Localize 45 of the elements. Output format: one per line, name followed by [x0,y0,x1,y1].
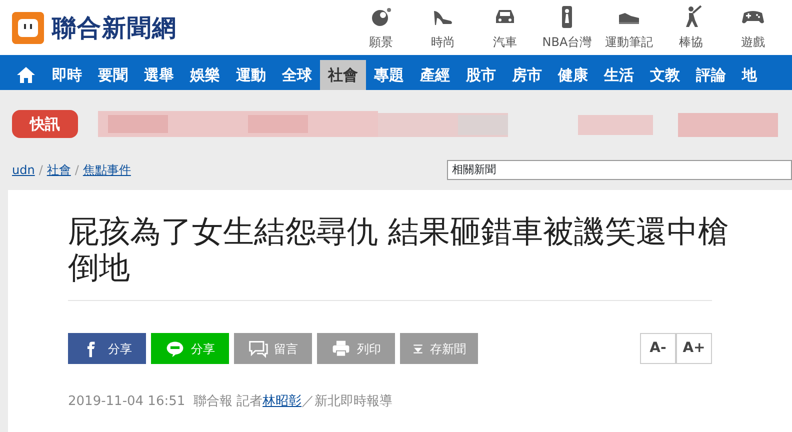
nav-tab[interactable]: 即時 [44,60,90,90]
channel-link[interactable]: 棒協 [679,32,703,50]
breadcrumb-link[interactable]: 焦點事件 [82,161,131,179]
breadcrumb-link[interactable]: 社會 [46,161,71,179]
font-size-button[interactable]: A- [640,333,676,364]
nav-tab[interactable]: 房市 [504,60,550,90]
line-chat-icon [165,338,185,358]
nav-tab[interactable]: 文教 [642,60,688,90]
nav-tab[interactable]: 選舉 [136,60,182,90]
font-size-button[interactable]: A+ [676,333,712,364]
logo-icon[interactable] [12,12,44,44]
channel-link[interactable]: 願景 [369,32,393,50]
breadcrumb-link[interactable]: udn [12,161,35,179]
nav-tab[interactable]: 地 [734,60,765,90]
share-button[interactable]: 留言 [234,333,312,364]
channel-link[interactable]: 遊戲 [741,32,765,50]
reporter-link[interactable]: 林昭彰 [262,394,302,409]
share-button[interactable]: 列印 [317,333,395,364]
channel-link[interactable]: 時尚 [431,32,455,50]
breadcrumb-separator: / [38,162,43,179]
home-icon[interactable] [16,65,36,85]
article-byline: 2019-11-04 16:51 聯合報 記者林昭彰／新北即時報導 [68,393,394,411]
channel-link[interactable]: 汽車 [493,32,517,50]
channel-link[interactable]: 運動筆記 [605,32,653,50]
share-button[interactable]: 存新聞 [400,333,478,364]
nav-tab[interactable]: 評論 [688,60,734,90]
article-title: 屁孩為了女生結怨尋仇 結果砸錯車被譏笑還中槍倒地 [68,214,730,286]
nav-tab[interactable]: 要聞 [90,60,136,90]
nav-tab[interactable]: 健康 [550,60,596,90]
channel-link[interactable]: NBA台灣 [542,32,592,50]
comment-icon [248,338,268,358]
nav-tab[interactable]: 產經 [412,60,458,90]
print-icon [331,338,351,358]
nav-tab[interactable]: 娛樂 [182,60,228,90]
nav-tab[interactable]: 生活 [596,60,642,90]
breadcrumb-separator: / [74,162,79,179]
site-logo-text[interactable]: 聯合新聞網 [52,10,177,46]
related-news-select[interactable]: 相關新聞 [447,160,792,180]
nav-tab[interactable]: 專題 [366,60,412,90]
nav-tab[interactable]: 全球 [274,60,320,90]
nav-tab[interactable]: 社會 [320,60,366,90]
nav-tab[interactable]: 股市 [458,60,504,90]
nav-tab[interactable]: 運動 [228,60,274,90]
share-button[interactable]: 分享 [68,333,146,364]
breaking-news-badge: 快訊 [12,110,78,138]
